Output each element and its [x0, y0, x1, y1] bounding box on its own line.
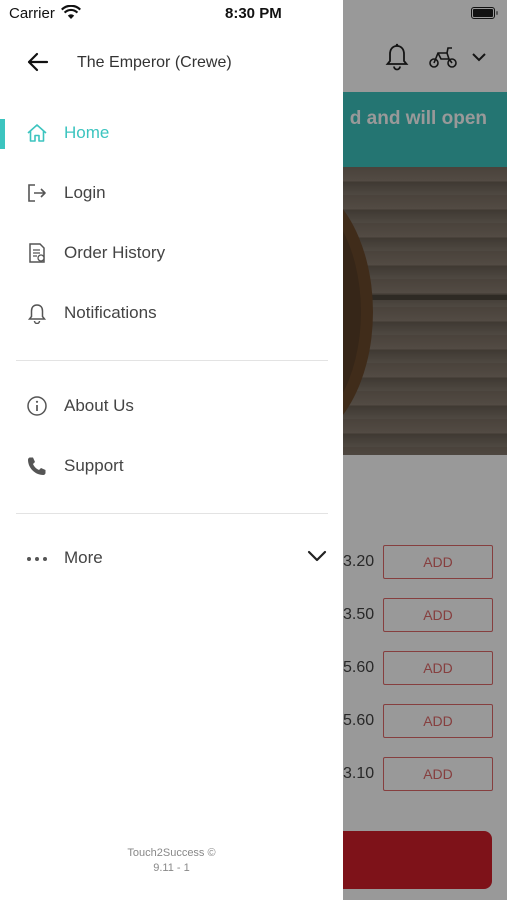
home-icon — [26, 122, 48, 144]
nav-label: More — [64, 548, 103, 567]
nav-label: Notifications — [64, 303, 157, 322]
copyright-text: Touch2Success © — [127, 847, 216, 859]
nav-item-more[interactable]: More — [0, 531, 343, 587]
nav-label: About Us — [64, 396, 134, 415]
chevron-down-icon[interactable] — [307, 549, 327, 567]
nav-label: Login — [64, 183, 106, 202]
divider — [16, 360, 328, 361]
phone-icon — [26, 455, 48, 477]
clock: 8:30 PM — [225, 5, 282, 22]
battery-icon — [471, 7, 498, 19]
nav-item-home[interactable]: Home — [0, 106, 343, 162]
drawer-header: The Emperor (Crewe) — [0, 30, 343, 94]
info-icon — [26, 395, 48, 417]
nav-label: Support — [64, 456, 124, 475]
nav-item-about-us[interactable]: About Us — [0, 379, 343, 435]
bell-icon — [26, 302, 48, 325]
nav-item-order-history[interactable]: Order History — [0, 226, 343, 282]
nav-item-support[interactable]: Support — [0, 439, 343, 495]
nav-label: Home — [64, 123, 110, 142]
active-indicator — [0, 119, 5, 149]
login-icon — [26, 182, 48, 204]
divider — [16, 513, 328, 514]
order-history-icon — [26, 242, 48, 264]
version-text: 9.11 - 1 — [153, 862, 190, 874]
nav-item-login[interactable]: Login — [0, 166, 343, 222]
drawer-footer: Touch2Success © 9.11 - 1 — [0, 846, 343, 876]
carrier-label: Carrier — [9, 5, 55, 22]
wifi-icon — [61, 4, 81, 24]
back-arrow-icon[interactable] — [27, 52, 49, 77]
nav-item-notifications[interactable]: Notifications — [0, 286, 343, 342]
more-dots-icon — [26, 547, 48, 569]
status-bar: Carrier 8:30 PM — [0, 0, 507, 30]
navigation-drawer: The Emperor (Crewe) Home Login Order His… — [0, 0, 343, 900]
restaurant-name: The Emperor (Crewe) — [77, 54, 232, 71]
drawer-scrim[interactable] — [343, 0, 507, 900]
nav-label: Order History — [64, 243, 166, 262]
